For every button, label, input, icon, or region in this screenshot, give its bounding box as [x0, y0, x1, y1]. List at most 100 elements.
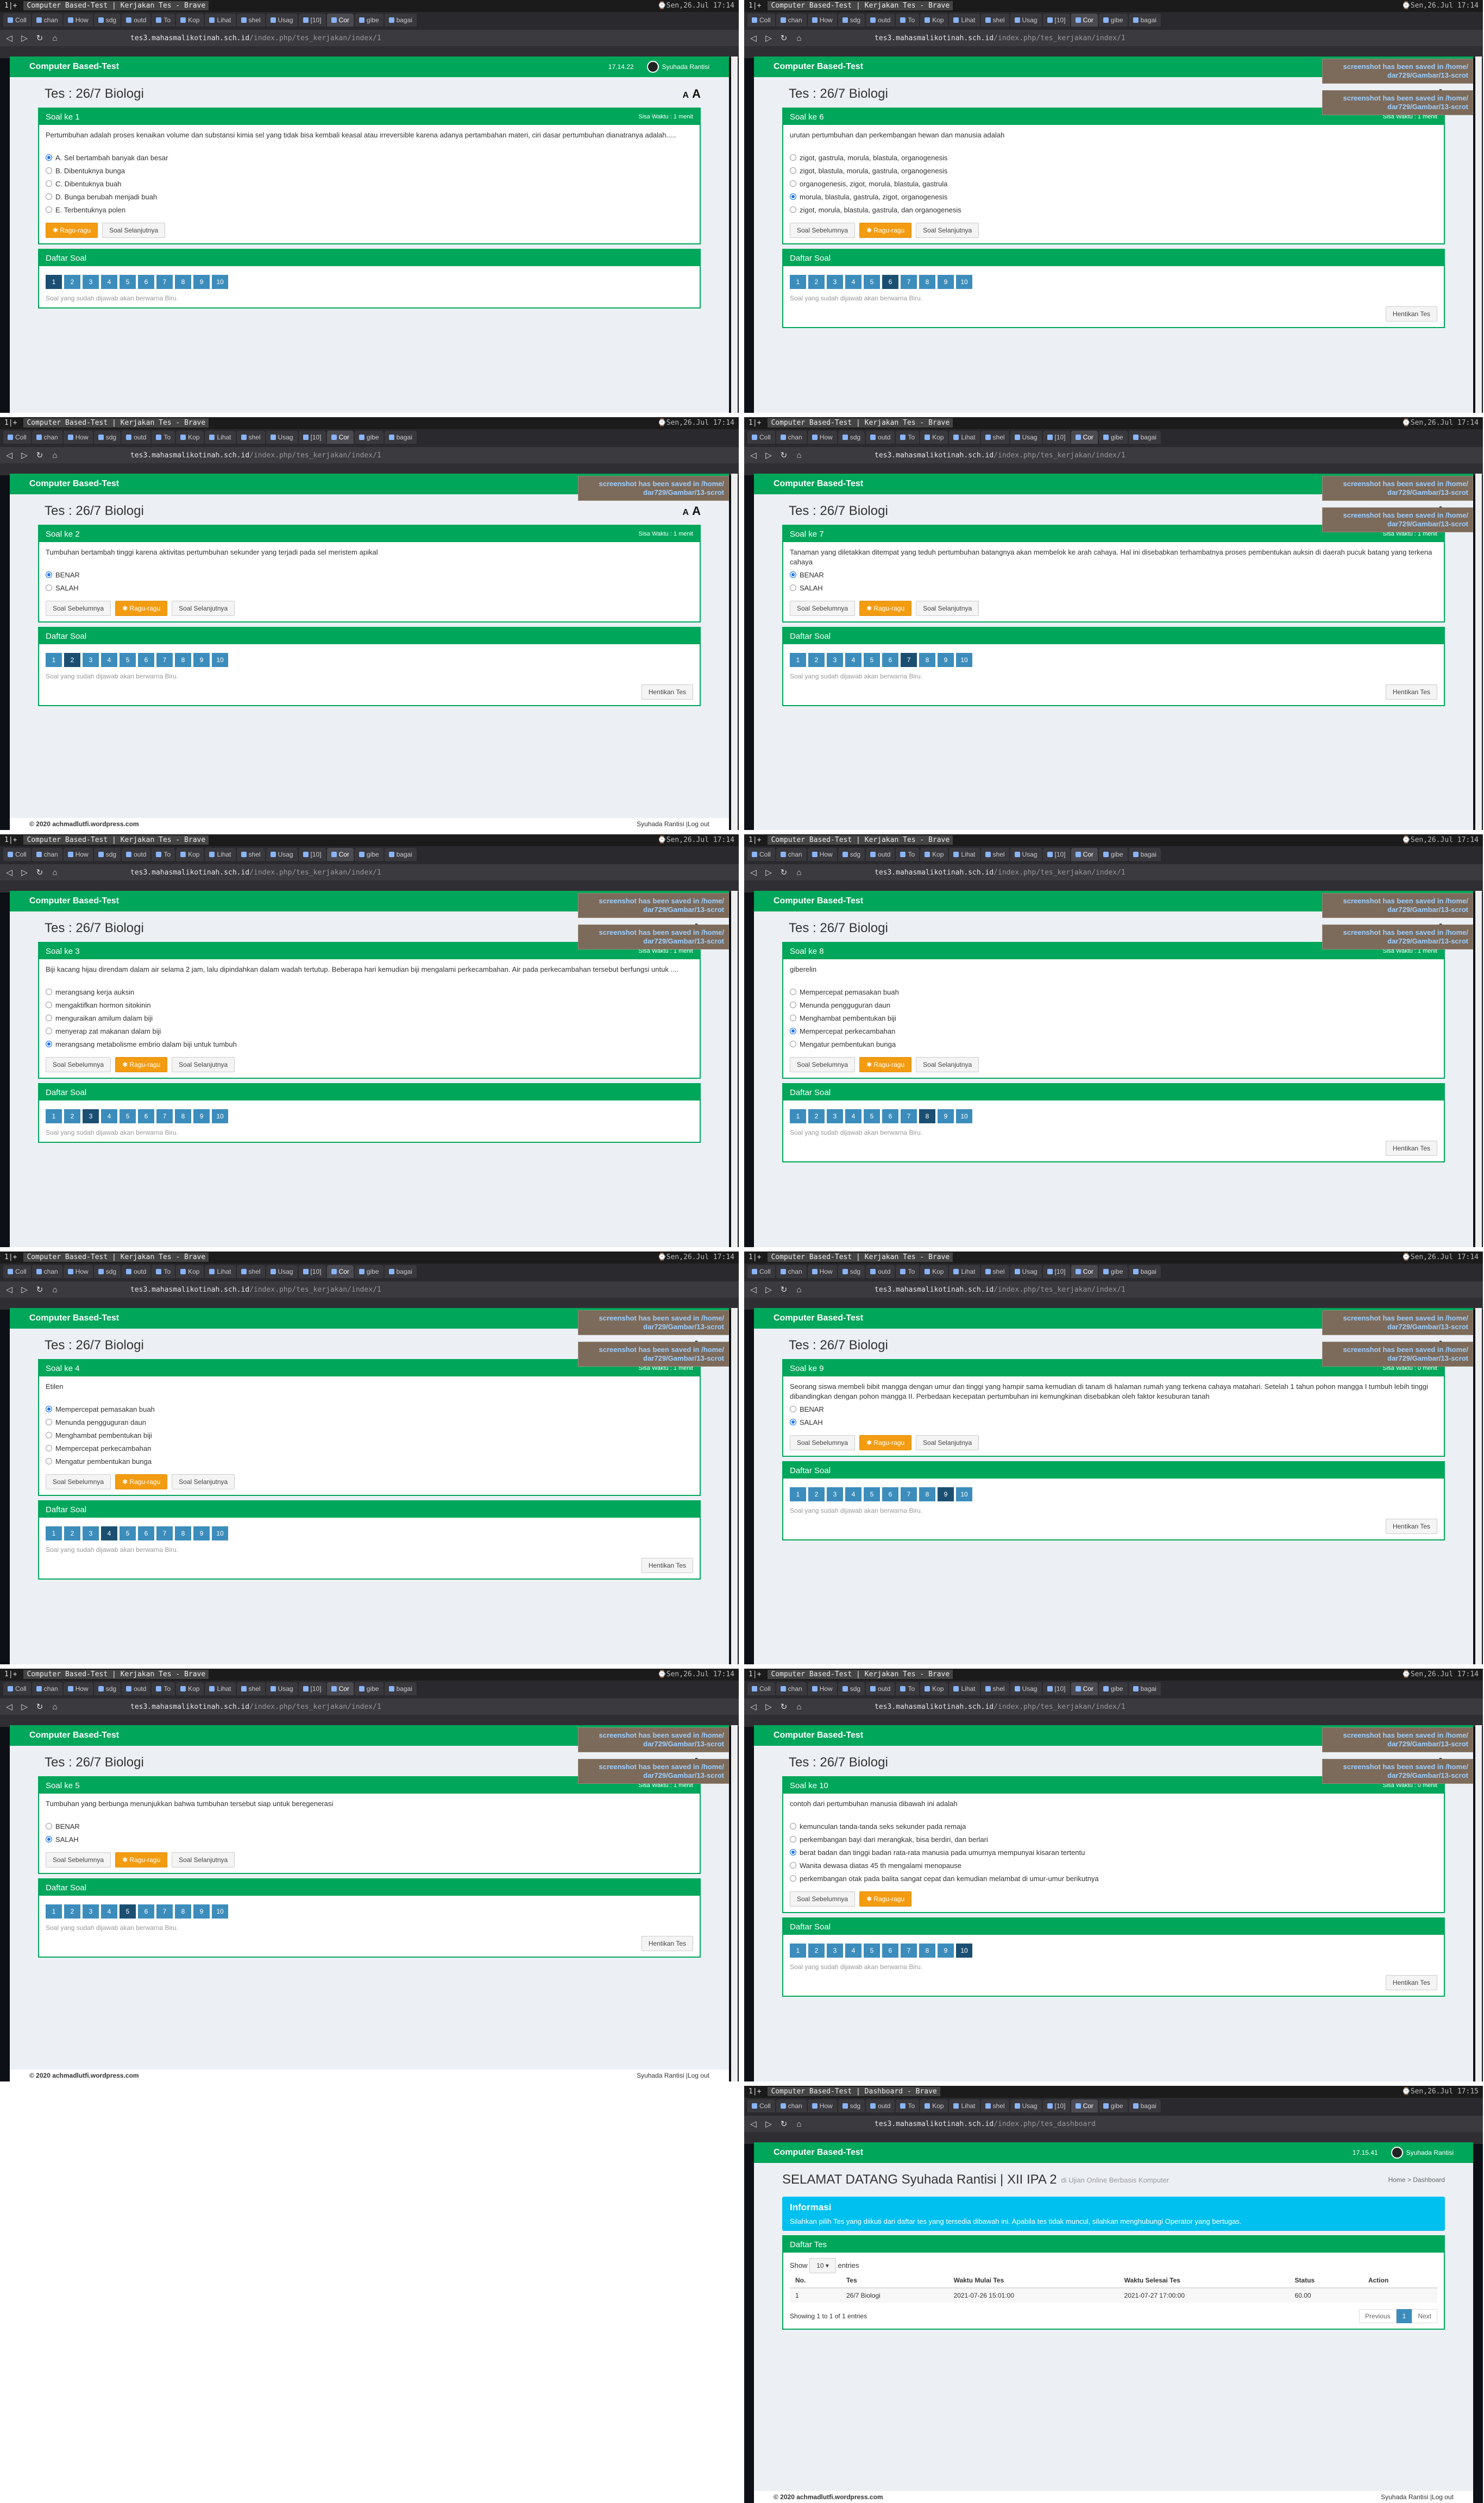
question-number-button[interactable]: 7	[156, 1109, 173, 1123]
answer-option[interactable]: Mempercepat pemasakan buah	[790, 988, 1437, 997]
browser-tab[interactable]: bagai	[384, 1265, 417, 1278]
question-number-button[interactable]: 6	[138, 1526, 154, 1540]
question-number-button[interactable]: 7	[156, 1526, 173, 1540]
browser-tab[interactable]: gibe	[1098, 1265, 1128, 1278]
back-icon[interactable]: ◁	[4, 1285, 14, 1294]
browser-tab[interactable]: outd	[866, 848, 895, 861]
browser-tab[interactable]: gibe	[1098, 1682, 1128, 1695]
browser-tab[interactable]: [10]	[298, 1265, 326, 1278]
browser-tab[interactable]: outd	[866, 14, 895, 27]
user-menu[interactable]: Syuhada Rantisi	[1391, 2147, 1454, 2159]
answer-option[interactable]: Mempercepat perkecambahan	[790, 1027, 1437, 1036]
radio-button[interactable]	[46, 1445, 52, 1451]
answer-option[interactable]: BENAR	[790, 570, 1437, 580]
browser-tab[interactable]: gibe	[354, 848, 383, 861]
next-question-button[interactable]: Soal Selanjutnya	[102, 223, 166, 238]
answer-option[interactable]: merangsang kerja auksin	[46, 988, 693, 997]
reload-icon[interactable]: ↻	[35, 867, 45, 877]
question-number-button[interactable]: 4	[101, 275, 117, 289]
answer-option[interactable]: morula, blastula, gastrula, zigot, organ…	[790, 192, 1437, 202]
browser-tab[interactable]: chan	[776, 1265, 807, 1278]
browser-tab[interactable]: Cor	[1071, 1682, 1098, 1695]
browser-tab[interactable]: shel	[980, 14, 1009, 27]
question-number-button[interactable]: 7	[901, 1487, 917, 1501]
answer-option[interactable]: Menghambat pembentukan biji	[46, 1431, 693, 1441]
browser-tab[interactable]: gibe	[354, 1265, 383, 1278]
browser-tab[interactable]: shel	[980, 2099, 1009, 2112]
browser-tab[interactable]: sdg	[93, 431, 121, 444]
browser-tab[interactable]: Kop	[920, 848, 948, 861]
browser-tab[interactable]: sdg	[838, 1682, 865, 1695]
question-number-button[interactable]: 2	[808, 653, 825, 667]
browser-tab[interactable]: shel	[980, 1682, 1009, 1695]
forward-icon[interactable]: ▷	[764, 1702, 774, 1712]
forward-icon[interactable]: ▷	[20, 450, 29, 460]
back-icon[interactable]: ◁	[4, 1702, 14, 1712]
browser-tab[interactable]: bagai	[384, 431, 417, 444]
browser-tab[interactable]: outd	[866, 1265, 895, 1278]
browser-tab[interactable]: Coll	[3, 431, 31, 444]
browser-tab[interactable]: chan	[776, 2099, 807, 2112]
browser-tab[interactable]: How	[63, 431, 93, 444]
browser-tab[interactable]: Cor	[1071, 431, 1098, 444]
question-number-button[interactable]: 10	[212, 653, 228, 667]
browser-tab[interactable]: gibe	[354, 1682, 383, 1695]
question-number-button[interactable]: 1	[790, 275, 806, 289]
answer-option[interactable]: zigot, blastula, morula, gastrula, organ…	[790, 166, 1437, 176]
home-icon[interactable]: ⌂	[794, 868, 804, 877]
next-question-button[interactable]: Soal Selanjutnya	[916, 601, 979, 616]
browser-tab[interactable]: Cor	[326, 431, 354, 444]
url-field[interactable]: tes3.mahasmalikotinah.sch.id/index.php/t…	[130, 869, 381, 877]
question-number-button[interactable]: 6	[138, 653, 154, 667]
radio-button[interactable]	[46, 1458, 52, 1464]
answer-option[interactable]: organogenesis, zigot, morula, blastula, …	[790, 179, 1437, 189]
radio-button[interactable]	[46, 193, 52, 200]
app-brand[interactable]: Computer Based-Test	[774, 1731, 863, 1740]
browser-tab[interactable]: bagai	[1128, 848, 1161, 861]
question-number-button[interactable]: 7	[901, 1944, 917, 1958]
url-field[interactable]: tes3.mahasmalikotinah.sch.id/index.php/t…	[130, 451, 381, 460]
radio-button[interactable]	[790, 1015, 796, 1021]
radio-button[interactable]	[46, 584, 52, 591]
browser-tab[interactable]: Usag	[266, 848, 298, 861]
browser-tab[interactable]: How	[807, 431, 837, 444]
browser-tab[interactable]: chan	[32, 1265, 62, 1278]
browser-tab[interactable]: How	[63, 1265, 93, 1278]
browser-tab[interactable]: sdg	[93, 1682, 121, 1695]
radio-button[interactable]	[46, 1419, 52, 1425]
app-brand[interactable]: Computer Based-Test	[774, 1313, 863, 1323]
browser-tab[interactable]: Usag	[266, 431, 298, 444]
question-number-button[interactable]: 8	[175, 1526, 191, 1540]
question-number-button[interactable]: 7	[901, 1109, 917, 1123]
answer-option[interactable]: A. Sel bertambah banyak dan besar	[46, 153, 693, 163]
column-header[interactable]: Status	[1289, 2273, 1363, 2288]
doubtful-button[interactable]: ✱ Ragu-ragu	[115, 1474, 168, 1489]
column-header[interactable]: Tes	[840, 2273, 948, 2288]
doubtful-button[interactable]: ✱ Ragu-ragu	[115, 601, 168, 616]
forward-icon[interactable]: ▷	[764, 450, 774, 460]
radio-button[interactable]	[46, 1406, 52, 1412]
reload-icon[interactable]: ↻	[35, 450, 45, 460]
browser-tab[interactable]: Usag	[1010, 1265, 1042, 1278]
question-number-button[interactable]: 4	[845, 1944, 862, 1958]
question-number-button[interactable]: 2	[808, 275, 825, 289]
answer-option[interactable]: Wanita dewasa diatas 45 th mengalami men…	[790, 1861, 1437, 1871]
forward-icon[interactable]: ▷	[764, 33, 774, 43]
app-brand[interactable]: Computer Based-Test	[774, 2148, 863, 2158]
pagination-page[interactable]: 1	[1396, 2309, 1412, 2323]
browser-tab[interactable]: outd	[122, 1265, 151, 1278]
column-header[interactable]: Waktu Mulai Tes	[948, 2273, 1119, 2288]
browser-tab[interactable]: Usag	[1010, 431, 1042, 444]
url-field[interactable]: tes3.mahasmalikotinah.sch.id/index.php/t…	[875, 34, 1125, 42]
radio-button[interactable]	[46, 1015, 52, 1021]
browser-tab[interactable]: Usag	[1010, 14, 1042, 27]
browser-tab[interactable]: bagai	[384, 14, 417, 27]
scrollbar[interactable]	[1475, 1308, 1482, 1664]
scrollbar[interactable]	[731, 474, 738, 830]
browser-tab[interactable]: To	[896, 1682, 920, 1695]
browser-tab[interactable]: [10]	[298, 14, 326, 27]
answer-option[interactable]: menguraikan amilum dalam biji	[46, 1014, 693, 1023]
browser-tab[interactable]: Cor	[326, 14, 354, 27]
question-number-button[interactable]: 3	[827, 275, 843, 289]
question-number-button[interactable]: 6	[882, 1487, 898, 1501]
